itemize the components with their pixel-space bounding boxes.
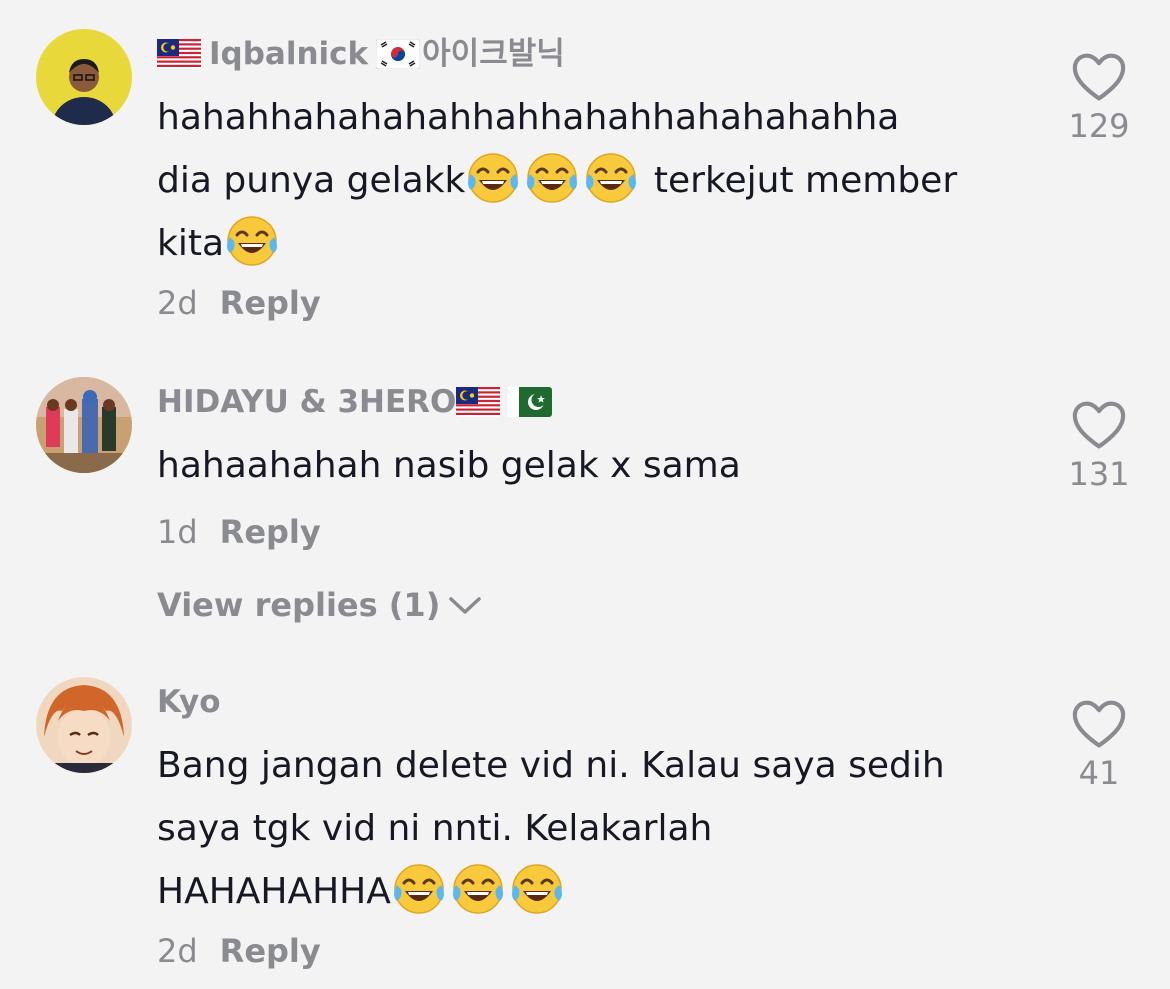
reply-button[interactable]: Reply: [220, 284, 321, 322]
comment-text: hahaahahah nasib gelak x sama: [157, 445, 741, 486]
like-count: 129: [1068, 107, 1130, 145]
comment-text: Bang jangan delete vid ni. Kalau saya se…: [157, 734, 1037, 923]
like-button[interactable]: 129: [1064, 52, 1134, 146]
avatar[interactable]: [36, 29, 132, 125]
heart-outline-icon[interactable]: [1071, 400, 1127, 452]
username-row: HIDAYU & 3HERO: [157, 384, 552, 420]
joy-emoji-icon: [583, 150, 639, 206]
username[interactable]: HIDAYU & 3HERO: [157, 384, 456, 420]
comment-text-line: Bang jangan delete vid ni. Kalau saya se…: [157, 745, 945, 786]
username-suffix: 아이크발닉: [422, 36, 565, 72]
view-replies-label: View replies (1): [157, 586, 441, 624]
comment-meta: 2d Reply: [157, 283, 321, 323]
comment-time: 2d: [157, 284, 198, 322]
reply-button[interactable]: Reply: [220, 932, 321, 970]
comment-text-line: hahahhahahahahhahhahahhahahahahha: [157, 97, 900, 138]
comment-meta: 2d Reply: [157, 931, 321, 971]
pakistan-flag-icon: [508, 387, 552, 417]
comment-text-line: dia punya gelakk terkejut member: [157, 149, 1037, 212]
south-korea-flag-icon: [376, 39, 420, 69]
comment-text-segment: terkejut member: [653, 160, 958, 201]
joy-emoji-icon: [509, 861, 565, 917]
chevron-down-icon: [449, 597, 482, 614]
comment-text-line: kita: [157, 212, 1037, 275]
joy-emoji-icon: [524, 150, 580, 206]
like-count: 41: [1078, 754, 1120, 792]
like-button[interactable]: 131: [1064, 400, 1134, 494]
comment-text-line: saya tgk vid ni nnti. Kelakarlah: [157, 808, 713, 849]
like-count: 131: [1068, 455, 1130, 493]
comment-meta: 1d Reply: [157, 512, 321, 552]
joy-emoji-icon: [450, 861, 506, 917]
username[interactable]: Iqbalnick: [209, 36, 368, 72]
joy-emoji-icon: [465, 150, 521, 206]
joy-emoji-icon: [224, 213, 280, 269]
malaysia-flag-icon: [456, 387, 500, 417]
heart-outline-icon[interactable]: [1071, 52, 1127, 104]
comment-text-line: HAHAHAHHA: [157, 860, 1037, 923]
comment-text-segment: dia punya gelakk: [157, 160, 466, 201]
comment-text-segment: kita: [157, 223, 225, 264]
username-row: Iqbalnick 아이크발닉: [157, 36, 565, 72]
avatar[interactable]: [36, 677, 132, 773]
comment-time: 2d: [157, 932, 198, 970]
view-replies-button[interactable]: View replies (1): [157, 585, 482, 625]
joy-emoji-icon: [391, 861, 447, 917]
avatar[interactable]: [36, 377, 132, 473]
malaysia-flag-icon: [157, 39, 201, 69]
comment-time: 1d: [157, 513, 198, 551]
reply-button[interactable]: Reply: [220, 513, 321, 551]
username[interactable]: Kyo: [157, 684, 221, 720]
comment-text: hahahhahahahahhahhahahhahahahahha dia pu…: [157, 86, 1037, 275]
username-row: Kyo: [157, 684, 221, 720]
like-button[interactable]: 41: [1064, 699, 1134, 793]
comment-text-segment: HAHAHAHHA: [157, 871, 391, 912]
heart-outline-icon[interactable]: [1071, 699, 1127, 751]
